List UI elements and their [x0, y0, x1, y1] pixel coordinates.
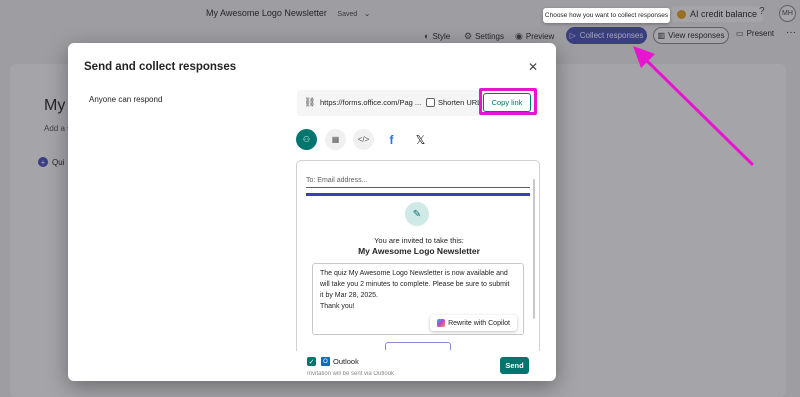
- message-line: will take you 2 minutes to complete. Ple…: [320, 280, 510, 288]
- message-line: it by Mar 28, 2025.: [320, 291, 378, 299]
- shorten-url-label: Shorten URL: [438, 98, 482, 107]
- x-twitter-icon[interactable]: 𝕏: [410, 129, 431, 150]
- copy-link-highlight-box: [479, 88, 537, 115]
- pencil-icon: ✎: [405, 202, 429, 226]
- message-line: The quiz My Awesome Logo Newsletter is n…: [320, 270, 508, 277]
- rewrite-label: Rewrite with Copilot: [448, 319, 510, 327]
- email-to-input[interactable]: To: Email address...: [306, 175, 530, 188]
- link-icon: ⛓: [304, 97, 316, 107]
- invite-people-icon[interactable]: ⚇: [296, 129, 317, 150]
- form-link-url[interactable]: https://forms.office.com/Pag ...: [320, 98, 421, 107]
- dialog-title: Send and collect responses: [84, 61, 237, 73]
- send-button[interactable]: Send: [500, 357, 529, 374]
- outlook-icon: O: [321, 357, 330, 366]
- facebook-icon[interactable]: f: [381, 129, 402, 150]
- embed-code-icon[interactable]: </>: [353, 129, 374, 150]
- dialog-footer: ✓ O Outlook Invitation will be sent via …: [296, 351, 540, 381]
- outlook-label: Outlook: [333, 357, 359, 366]
- close-icon[interactable]: ✕: [528, 60, 538, 74]
- email-invite-panel: To: Email address... ✎ You are invited t…: [296, 160, 540, 381]
- copilot-icon: [437, 319, 446, 327]
- invited-text: You are invited to take this:: [374, 236, 464, 245]
- invited-form-title: My Awesome Logo Newsletter: [358, 246, 480, 256]
- message-line: Thank you!: [320, 302, 355, 310]
- audience-selector[interactable]: Anyone can respond: [89, 95, 162, 104]
- collect-responses-tooltip: Choose how you want to collect responses: [543, 8, 670, 23]
- email-accent-bar: [306, 193, 530, 196]
- outlook-checkbox[interactable]: ✓: [307, 357, 316, 366]
- footer-note: Invitation will be sent via Outlook: [307, 371, 395, 377]
- qr-code-icon[interactable]: ▦: [325, 129, 346, 150]
- shorten-url-checkbox[interactable]: [426, 98, 435, 107]
- partial-button[interactable]: [385, 342, 451, 350]
- rewrite-with-copilot-button[interactable]: Rewrite with Copilot: [430, 315, 517, 331]
